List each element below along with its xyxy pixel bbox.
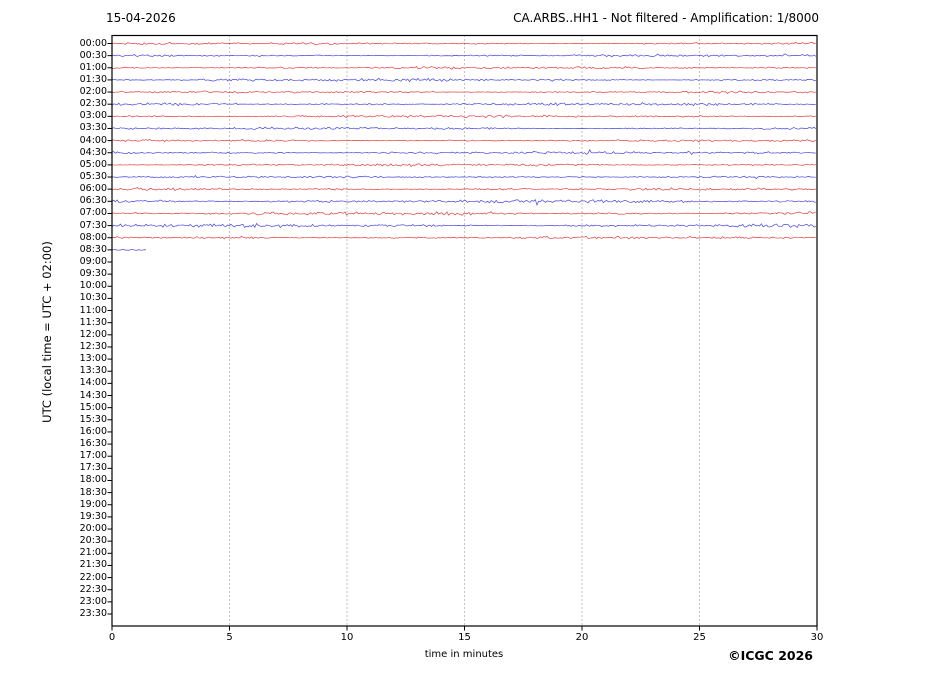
y-tick-label: 17:30 xyxy=(65,463,107,473)
seismogram-trace-0800 xyxy=(112,236,816,239)
y-tick-label: 17:00 xyxy=(65,451,107,461)
seismogram-trace-0030 xyxy=(112,54,816,57)
seismogram-trace-0000 xyxy=(112,42,816,45)
y-tick-label: 13:30 xyxy=(65,366,107,376)
seismogram-trace-0330 xyxy=(112,127,816,130)
x-tick-label: 0 xyxy=(109,632,115,643)
seismogram-trace-0730 xyxy=(112,223,816,227)
x-tick-label: 10 xyxy=(341,632,354,643)
seismogram-trace-0530 xyxy=(112,176,816,179)
y-tick-label: 15:30 xyxy=(65,415,107,425)
x-axis-label: time in minutes xyxy=(425,649,504,660)
y-tick-label: 19:00 xyxy=(65,500,107,510)
seismogram-trace-0230 xyxy=(112,103,816,106)
seismogram-trace-0200 xyxy=(112,91,816,94)
y-tick-label: 10:00 xyxy=(65,281,107,291)
y-tick-label: 03:00 xyxy=(65,111,107,121)
y-tick-label: 09:00 xyxy=(65,257,107,267)
y-tick-label: 14:00 xyxy=(65,378,107,388)
y-tick-label: 02:30 xyxy=(65,99,107,109)
y-tick-label: 04:00 xyxy=(65,136,107,146)
y-tick-label: 08:30 xyxy=(65,245,107,255)
y-tick-label: 12:30 xyxy=(65,342,107,352)
y-tick-label: 06:30 xyxy=(65,196,107,206)
x-tick-label: 20 xyxy=(576,632,589,643)
seismogram-trace-0300 xyxy=(112,115,816,118)
y-tick-label: 05:30 xyxy=(65,172,107,182)
seismogram-trace-0130 xyxy=(112,78,816,81)
y-tick-label: 18:30 xyxy=(65,488,107,498)
y-tick-label: 21:00 xyxy=(65,548,107,558)
y-tick-label: 07:00 xyxy=(65,208,107,218)
seismogram-trace-0700 xyxy=(112,212,816,215)
y-tick-label: 16:00 xyxy=(65,427,107,437)
x-tick-label: 15 xyxy=(458,632,471,643)
seismogram-trace-0830 xyxy=(112,249,146,250)
y-tick-label: 07:30 xyxy=(65,221,107,231)
y-tick-label: 01:30 xyxy=(65,75,107,85)
seismogram-trace-0430 xyxy=(112,150,816,155)
y-tick-label: 22:30 xyxy=(65,585,107,595)
y-tick-label: 12:00 xyxy=(65,330,107,340)
y-tick-label: 14:30 xyxy=(65,391,107,401)
y-tick-label: 02:00 xyxy=(65,87,107,97)
y-tick-label: 10:30 xyxy=(65,293,107,303)
copyright-label: ©ICGC 2026 xyxy=(728,648,813,663)
seismogram-trace-0500 xyxy=(112,164,816,167)
y-tick-label: 23:30 xyxy=(65,609,107,619)
x-tick-label: 25 xyxy=(693,632,706,643)
y-tick-label: 08:00 xyxy=(65,233,107,243)
seismogram-trace-0600 xyxy=(112,188,816,191)
helicorder-plot xyxy=(0,0,927,696)
seismogram-trace-0630 xyxy=(112,200,816,205)
y-tick-label: 21:30 xyxy=(65,560,107,570)
y-tick-label: 04:30 xyxy=(65,148,107,158)
y-tick-label: 00:00 xyxy=(65,39,107,49)
y-tick-label: 15:00 xyxy=(65,403,107,413)
y-tick-label: 11:00 xyxy=(65,306,107,316)
y-tick-label: 20:30 xyxy=(65,536,107,546)
y-tick-label: 01:00 xyxy=(65,63,107,73)
y-tick-label: 06:00 xyxy=(65,184,107,194)
x-tick-label: 5 xyxy=(226,632,232,643)
y-tick-label: 05:00 xyxy=(65,160,107,170)
helicorder-figure: 15-04-2026 CA.ARBS..HH1 - Not filtered -… xyxy=(0,0,927,696)
y-tick-label: 03:30 xyxy=(65,123,107,133)
y-tick-label: 20:00 xyxy=(65,524,107,534)
y-tick-label: 16:30 xyxy=(65,439,107,449)
y-tick-label: 23:00 xyxy=(65,597,107,607)
y-tick-label: 22:00 xyxy=(65,573,107,583)
x-tick-label: 30 xyxy=(811,632,824,643)
seismogram-trace-0100 xyxy=(112,66,816,69)
y-tick-label: 19:30 xyxy=(65,512,107,522)
y-tick-label: 18:00 xyxy=(65,475,107,485)
y-tick-label: 00:30 xyxy=(65,51,107,61)
seismogram-trace-0400 xyxy=(112,139,816,141)
y-tick-label: 13:00 xyxy=(65,354,107,364)
y-tick-label: 11:30 xyxy=(65,318,107,328)
y-tick-label: 09:30 xyxy=(65,269,107,279)
